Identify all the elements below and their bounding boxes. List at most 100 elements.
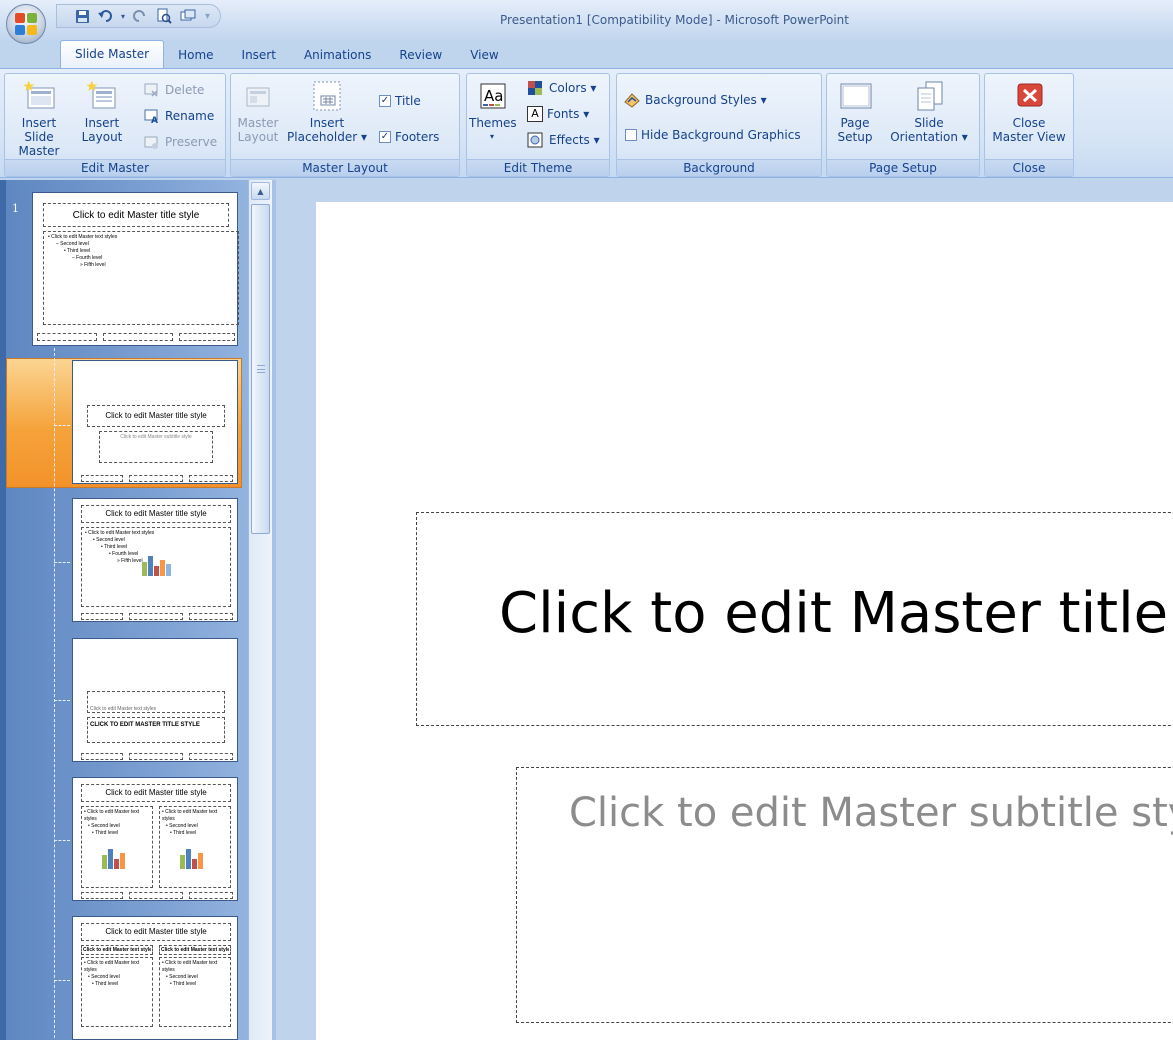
group-edit-theme: Aa Themes ▾ Colors ▾ A Fonts ▾ Effects ▾… (466, 73, 610, 177)
thumb-body-line: • Click to edit Master text styles (84, 960, 140, 973)
fonts-button[interactable]: A Fonts ▾ (527, 106, 589, 122)
master-layout-icon (241, 80, 275, 112)
thumb-footer-placeholder (179, 333, 235, 341)
insert-slide-master-icon (22, 80, 56, 112)
slide-canvas[interactable]: Click to edit Master title style Click t… (316, 202, 1173, 1040)
layout-thumbnail-section-header[interactable]: Click to edit Master text styles CLICK T… (72, 638, 238, 762)
office-button[interactable] (6, 4, 46, 44)
group-label-close: Close (985, 159, 1073, 176)
tab-slide-master[interactable]: Slide Master (60, 40, 165, 68)
insert-layout-icon (85, 80, 119, 112)
group-label-edit-master: Edit Master (5, 159, 225, 176)
thumb-body-line: • Click to edit Master text styles (162, 960, 218, 973)
tab-review[interactable]: Review (385, 42, 456, 68)
footers-check-label: Footers (395, 130, 440, 144)
group-master-layout: Master Layout Insert Placeholder ▾ ✓ Tit… (230, 73, 460, 177)
effects-icon (527, 132, 545, 148)
close-icon (1012, 80, 1046, 112)
content-placeholder-icons (180, 847, 210, 869)
themes-icon: Aa (475, 80, 509, 112)
close-master-view-label: Close Master View (992, 116, 1066, 144)
tab-animations[interactable]: Animations (290, 42, 385, 68)
group-label-edit-theme: Edit Theme (467, 159, 609, 176)
thumb-footer-placeholder (189, 753, 233, 760)
themes-label: Themes (469, 116, 517, 130)
slide-number: 1 (12, 202, 19, 215)
preserve-button[interactable]: Preserve (143, 134, 217, 150)
svg-text:A: A (151, 116, 158, 124)
fonts-label: Fonts ▾ (547, 107, 590, 121)
tab-view[interactable]: View (456, 42, 512, 68)
group-edit-master: Insert Slide Master Insert Layout Delete… (4, 73, 226, 177)
layout-thumbnail-comparison[interactable]: Click to edit Master title style Click t… (72, 916, 238, 1040)
slide-orientation-button[interactable]: Slide Orientation ▾ (883, 80, 975, 144)
title-checkbox[interactable]: ✓ Title (379, 94, 421, 108)
delete-button[interactable]: Delete (143, 82, 204, 98)
thumb-body-line: – Second level (56, 241, 89, 247)
hide-background-label: Hide Background Graphics (641, 128, 801, 142)
background-styles-button[interactable]: Background Styles ▾ (623, 92, 767, 108)
insert-layout-button[interactable]: Insert Layout (77, 80, 127, 144)
insert-placeholder-button[interactable]: Insert Placeholder ▾ (287, 80, 367, 144)
master-layout-button[interactable]: Master Layout (233, 80, 283, 144)
thumb-footer-placeholder (129, 892, 183, 899)
thumb-body-line: • Third level (101, 544, 128, 550)
scrollbar-thumb[interactable] (251, 204, 270, 534)
rename-button[interactable]: A Rename (143, 108, 214, 126)
thumb-right-placeholder: • Click to edit Master text styles • Sec… (159, 957, 231, 1027)
layout-thumbnail-title-slide[interactable]: Click to edit Master title style Click t… (72, 360, 238, 484)
slide-master-thumbnail[interactable]: Click to edit Master title style • Click… (32, 192, 239, 346)
background-styles-icon (623, 92, 641, 108)
thumb-footer-placeholder (81, 753, 123, 760)
effects-button[interactable]: Effects ▾ (527, 132, 600, 148)
colors-label: Colors ▾ (549, 81, 597, 95)
page-setup-button[interactable]: Page Setup (829, 80, 881, 144)
title-check-icon: ✓ (379, 95, 391, 107)
thumb-footer-placeholder (129, 613, 183, 620)
fonts-icon: A (527, 106, 543, 122)
tab-home[interactable]: Home (164, 42, 227, 68)
thumb-right-placeholder: • Click to edit Master text styles • Sec… (159, 806, 231, 888)
thumb-title-text: Click to edit Master title style (72, 210, 200, 221)
tab-insert[interactable]: Insert (228, 42, 290, 68)
footers-checkbox[interactable]: ✓ Footers (379, 130, 439, 144)
group-label-master-layout: Master Layout (231, 159, 459, 176)
thumb-footer-placeholder (189, 475, 233, 482)
layout-thumbnail-title-content[interactable]: Click to edit Master title style • Click… (72, 498, 238, 622)
layout-thumbnail-two-content[interactable]: Click to edit Master title style • Click… (72, 777, 238, 901)
close-master-view-button[interactable]: Close Master View (985, 80, 1073, 144)
layout-connector-branch (54, 980, 70, 981)
page-setup-icon (838, 80, 872, 112)
group-label-page-setup: Page Setup (827, 159, 979, 176)
layout-connector-branch (54, 425, 70, 426)
colors-icon (527, 80, 545, 96)
preserve-label: Preserve (165, 135, 218, 149)
pane-splitter[interactable] (272, 180, 276, 1040)
thumb-body-line: • Third level (92, 830, 119, 836)
thumb-footer-placeholder (81, 892, 123, 899)
thumb-body-line: • Second level (88, 823, 120, 829)
thumb-body-line: • Click to edit Master text styles (48, 234, 118, 240)
subtitle-placeholder[interactable]: Click to edit Master subtitle style (516, 767, 1173, 1023)
thumbnail-scrollbar[interactable]: ▲ (248, 180, 272, 1040)
effects-label: Effects ▾ (549, 133, 600, 147)
thumb-title-placeholder: CLICK TO EDIT MASTER TITLE STYLE (87, 717, 225, 743)
thumb-title-placeholder: Click to edit Master title style (81, 923, 231, 941)
scroll-up-arrow-icon[interactable]: ▲ (251, 182, 270, 200)
thumb-body-line: • Second level (93, 537, 125, 543)
delete-label: Delete (165, 83, 205, 97)
insert-slide-master-button[interactable]: Insert Slide Master (9, 80, 69, 158)
thumb-body-line: • Click to edit Master text styles (84, 809, 140, 822)
thumb-body-line: • Click to edit Master text styles (85, 530, 155, 536)
hide-background-checkbox[interactable]: Hide Background Graphics (625, 128, 801, 142)
thumb-left-placeholder: • Click to edit Master text styles • Sec… (81, 957, 153, 1027)
thumb-title-text: Click to edit Master title style (105, 927, 207, 936)
title-placeholder[interactable]: Click to edit Master title style (416, 512, 1173, 726)
thumb-body-line: • Third level (170, 830, 197, 836)
thumb-footer-placeholder (129, 475, 183, 482)
office-logo-icon (14, 12, 38, 36)
thumb-footer-placeholder (129, 753, 183, 760)
themes-button[interactable]: Aa Themes ▾ (469, 80, 517, 144)
colors-button[interactable]: Colors ▾ (527, 80, 596, 96)
thumb-title-text: CLICK TO EDIT MASTER TITLE STYLE (90, 722, 200, 728)
